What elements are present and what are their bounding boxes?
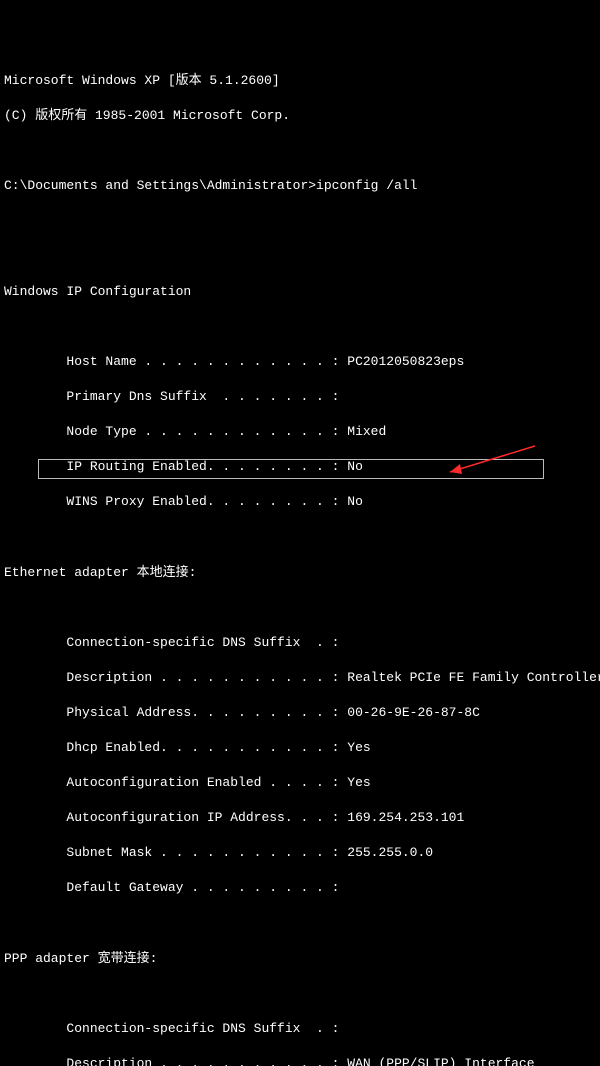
wins-proxy-row: WINS Proxy Enabled. . . . . . . . : No [4, 493, 596, 511]
ppp-description-row: Description . . . . . . . . . . . : WAN … [4, 1055, 596, 1066]
blank [4, 599, 596, 617]
command-prompt[interactable]: C:\Documents and Settings\Administrator>… [4, 177, 596, 195]
eth-physical-address-value: 00-26-9E-26-87-8C [347, 705, 480, 720]
node-type-row: Node Type . . . . . . . . . . . . : Mixe… [4, 423, 596, 441]
wins-proxy-label: WINS Proxy Enabled. . . . . . . . : [4, 494, 347, 509]
blank [4, 528, 596, 546]
eth-autoconf-enabled-label: Autoconfiguration Enabled . . . . : [4, 775, 347, 790]
eth-physical-address-row: Physical Address. . . . . . . . . : 00-2… [4, 704, 596, 722]
eth-gateway-row: Default Gateway . . . . . . . . . : [4, 879, 596, 897]
eth-subnet-row: Subnet Mask . . . . . . . . . . . : 255.… [4, 844, 596, 862]
eth-subnet-value: 255.255.0.0 [347, 845, 433, 860]
node-type-label: Node Type . . . . . . . . . . . . : [4, 424, 347, 439]
eth-description-row: Description . . . . . . . . . . . : Real… [4, 669, 596, 687]
eth-dns-suffix-row: Connection-specific DNS Suffix . : [4, 634, 596, 652]
ppp-section-title: PPP adapter 宽带连接: [4, 950, 596, 968]
blank [4, 318, 596, 336]
wins-proxy-value: No [347, 494, 363, 509]
node-type-value: Mixed [347, 424, 386, 439]
primary-dns-row: Primary Dns Suffix . . . . . . . : [4, 388, 596, 406]
ipconfig-section-title: Windows IP Configuration [4, 283, 596, 301]
host-name-label: Host Name . . . . . . . . . . . . : [4, 354, 347, 369]
host-name-value: PC2012050823eps [347, 354, 464, 369]
eth-physical-address-label: Physical Address. . . . . . . . . : [4, 705, 347, 720]
blank [4, 213, 596, 231]
eth-dhcp-label: Dhcp Enabled. . . . . . . . . . . : [4, 740, 347, 755]
ip-routing-row: IP Routing Enabled. . . . . . . . : No [4, 458, 596, 476]
header-line-1: Microsoft Windows XP [版本 5.1.2600] [4, 72, 596, 90]
eth-autoconf-ip-label: Autoconfiguration IP Address. . . : [4, 810, 347, 825]
host-name-row: Host Name . . . . . . . . . . . . : PC20… [4, 353, 596, 371]
eth-description-value: Realtek PCIe FE Family Controller [347, 670, 600, 685]
blank [4, 985, 596, 1003]
ppp-description-value: WAN (PPP/SLIP) Interface [347, 1056, 534, 1066]
ip-routing-value: No [347, 459, 363, 474]
eth-autoconf-ip-row: Autoconfiguration IP Address. . . : 169.… [4, 809, 596, 827]
eth-autoconf-enabled-row: Autoconfiguration Enabled . . . . : Yes [4, 774, 596, 792]
header-line-2: (C) 版权所有 1985-2001 Microsoft Corp. [4, 107, 596, 125]
blank [4, 142, 596, 160]
ppp-dns-suffix-row: Connection-specific DNS Suffix . : [4, 1020, 596, 1038]
eth-dhcp-row: Dhcp Enabled. . . . . . . . . . . : Yes [4, 739, 596, 757]
eth-subnet-label: Subnet Mask . . . . . . . . . . . : [4, 845, 347, 860]
eth-description-label: Description . . . . . . . . . . . : [4, 670, 347, 685]
blank [4, 248, 596, 266]
eth-autoconf-ip-value: 169.254.253.101 [347, 810, 464, 825]
eth-autoconf-enabled-value: Yes [347, 775, 370, 790]
blank [4, 914, 596, 932]
eth-dhcp-value: Yes [347, 740, 370, 755]
ip-routing-label: IP Routing Enabled. . . . . . . . : [4, 459, 347, 474]
ethernet-section-title: Ethernet adapter 本地连接: [4, 564, 596, 582]
ppp-description-label: Description . . . . . . . . . . . : [4, 1056, 347, 1066]
